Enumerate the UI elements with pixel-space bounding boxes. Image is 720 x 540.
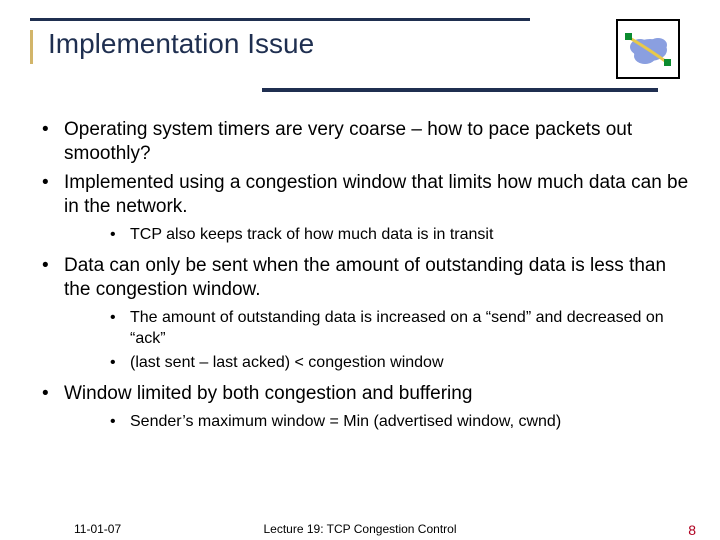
bullet-level2: The amount of outstanding data is increa…: [64, 308, 690, 349]
bullet-text: TCP also keeps track of how much data is…: [130, 226, 493, 243]
bullet-level1: Operating system timers are very coarse …: [36, 118, 690, 167]
bullet-level1: Window limited by both congestion and bu…: [36, 382, 690, 433]
bullet-text: Data can only be sent when the amount of…: [64, 255, 666, 300]
bullet-level2: TCP also keeps track of how much data is…: [64, 225, 690, 245]
slide-title: Implementation Issue: [48, 28, 314, 60]
title-accent-tick: [30, 30, 33, 64]
title-rule-top: [30, 18, 530, 21]
slide: Implementation Issue Operating system ti…: [0, 0, 720, 540]
bullet-level2: (last sent – last acked) < congestion wi…: [64, 353, 690, 373]
footer-date: 11-01-07: [74, 522, 121, 536]
bullet-text: Window limited by both congestion and bu…: [64, 383, 472, 404]
bullet-text: The amount of outstanding data is increa…: [130, 309, 664, 346]
cloud-network-icon: [616, 19, 680, 79]
footer-lecture: Lecture 19: TCP Congestion Control: [263, 522, 456, 536]
bullet-text: Implemented using a congestion window th…: [64, 172, 688, 217]
bullet-text: Operating system timers are very coarse …: [64, 119, 632, 164]
bullet-level1: Implemented using a congestion window th…: [36, 171, 690, 246]
title-rule-bottom: [262, 88, 658, 92]
bullet-text: Sender’s maximum window = Min (advertise…: [130, 413, 561, 430]
bullet-text: (last sent – last acked) < congestion wi…: [130, 354, 444, 371]
slide-body: Operating system timers are very coarse …: [36, 118, 690, 441]
bullet-level2: Sender’s maximum window = Min (advertise…: [64, 412, 690, 432]
footer-page-number: 8: [688, 522, 696, 538]
bullet-level1: Data can only be sent when the amount of…: [36, 254, 690, 374]
